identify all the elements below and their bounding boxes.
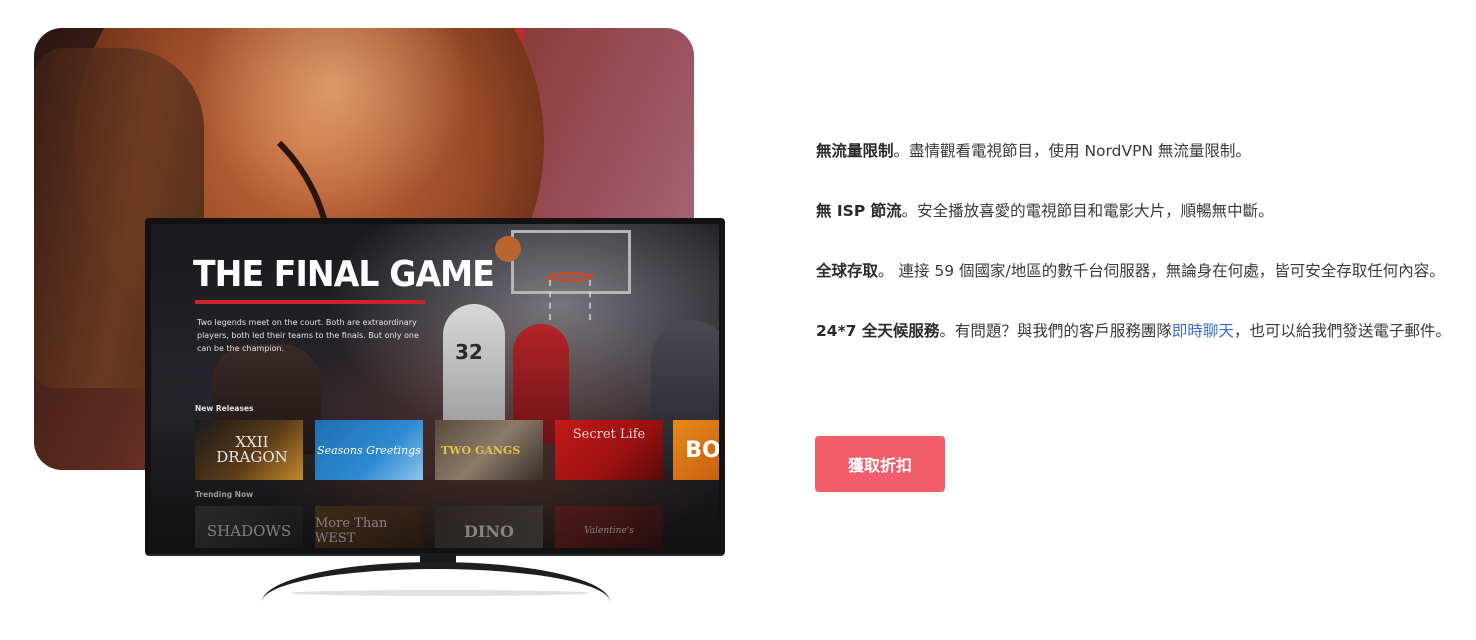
feature-text: 。盡情觀看電視節目，使用 NordVPN 無流量限制。 — [893, 142, 1251, 160]
get-discount-button[interactable]: 獲取折扣 — [815, 436, 945, 492]
player-figure — [443, 304, 505, 434]
row-label-trending-now: Trending Now — [195, 490, 254, 499]
feature-text: 。安全播放喜愛的電視節目和電影大片，順暢無中斷。 — [901, 202, 1274, 220]
feature-global-access: 全球存取。 連接 59 個國家/地區的數千台伺服器，無論身在何處，皆可安全存取任… — [816, 256, 1466, 286]
player-number: 32 — [455, 340, 483, 364]
feature-text: 。 連接 59 個國家/地區的數千台伺服器，無論身在何處，皆可安全存取任何內容。 — [878, 262, 1445, 280]
poster-tile: TWO GANGS — [435, 420, 543, 480]
tv-image: 32 THE FINAL GAME Two legends meet on th… — [145, 218, 725, 554]
feature-text: 。有問題？與我們的客戶服務團隊 — [939, 322, 1172, 340]
show-title: THE FINAL GAME — [193, 254, 495, 295]
poster-tile: XXII DRAGON — [195, 420, 303, 480]
poster-tile: DINO — [435, 506, 543, 548]
tv-basketball — [495, 236, 521, 262]
feature-list: 無流量限制。盡情觀看電視節目，使用 NordVPN 無流量限制。 無 ISP 節… — [816, 136, 1466, 376]
feature-support: 24*7 全天候服務。有問題？與我們的客戶服務團隊即時聊天，也可以給我們發送電子… — [816, 316, 1466, 346]
poster-tile: SHADOWS — [195, 506, 303, 548]
hoop-net — [549, 280, 591, 320]
feature-no-isp-throttling: 無 ISP 節流。安全播放喜愛的電視節目和電影大片，順暢無中斷。 — [816, 196, 1466, 226]
feature-unlimited-bandwidth: 無流量限制。盡情觀看電視節目，使用 NordVPN 無流量限制。 — [816, 136, 1466, 166]
feature-heading: 24*7 全天候服務 — [816, 322, 940, 340]
tv-stand-shadow — [290, 590, 590, 596]
poster-tile: Seasons Greetings — [315, 420, 423, 480]
poster-tile: BO — [673, 420, 719, 480]
tv-screen: 32 THE FINAL GAME Two legends meet on th… — [151, 224, 719, 548]
tv-stand-base — [262, 562, 610, 602]
feature-heading: 無 ISP 節流 — [816, 202, 902, 220]
title-underline — [195, 300, 425, 304]
feature-heading: 無流量限制 — [816, 142, 894, 160]
poster-tile: Secret Life — [555, 420, 663, 480]
feature-heading: 全球存取 — [816, 262, 879, 280]
poster-tile: Valentine's — [555, 506, 663, 548]
live-chat-link[interactable]: 即時聊天 — [1172, 322, 1234, 340]
row-label-new-releases: New Releases — [195, 404, 254, 413]
poster-tile: More Than WEST — [315, 506, 423, 548]
feature-text: ，也可以給我們發送電子郵件。 — [1233, 322, 1451, 340]
show-description: Two legends meet on the court. Both are … — [197, 318, 419, 353]
